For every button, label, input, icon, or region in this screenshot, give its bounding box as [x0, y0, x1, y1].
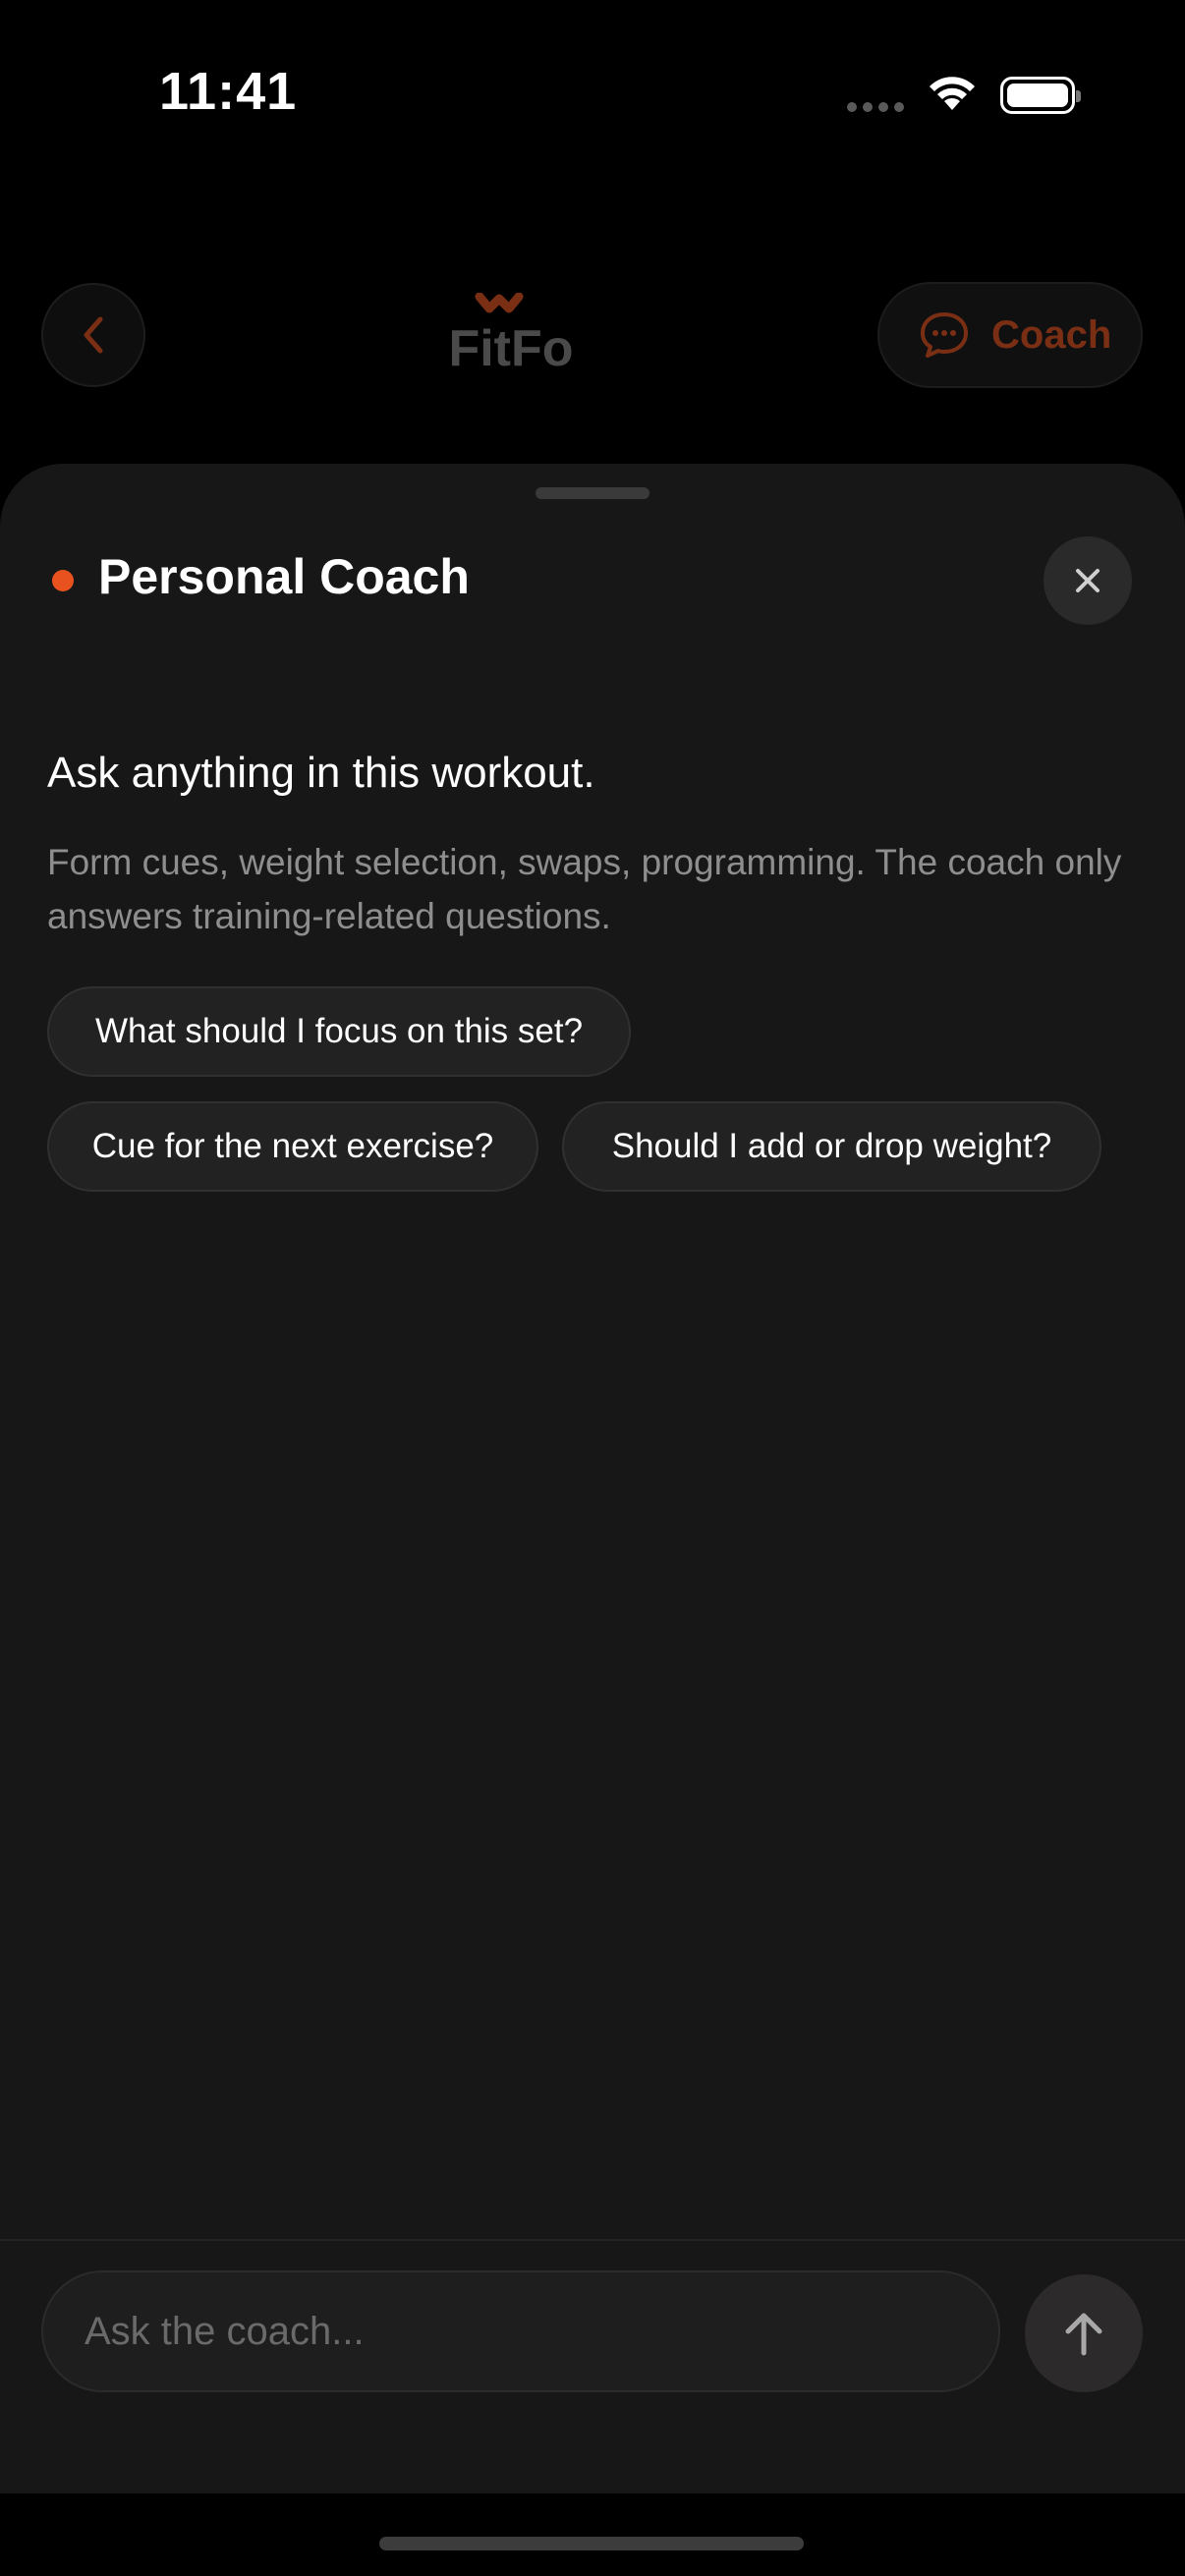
wifi-icon	[930, 77, 975, 110]
chevron-left-icon	[84, 316, 103, 354]
sheet-title: Personal Coach	[98, 549, 470, 604]
suggestion-chip[interactable]: What should I focus on this set?	[47, 986, 631, 1077]
close-button[interactable]	[1044, 536, 1132, 625]
intro-text: Form cues, weight selection, swaps, prog…	[47, 842, 1122, 936]
sheet-grabber[interactable]	[536, 487, 649, 499]
svg-text:FitFo: FitFo	[448, 320, 573, 375]
composer-divider	[0, 2239, 1185, 2241]
intro-heading: Ask anything in this workout.	[47, 749, 595, 797]
suggestion-chip[interactable]: Cue for the next exercise?	[47, 1101, 538, 1192]
home-indicator	[379, 2537, 804, 2550]
coach-button-label: Coach	[991, 312, 1112, 357]
coach-sheet: Personal Coach Ask anything in this work…	[0, 464, 1185, 2493]
send-button[interactable]	[1025, 2274, 1143, 2392]
back-button[interactable]	[41, 283, 145, 387]
ask-coach-input[interactable]	[41, 2270, 1000, 2392]
status-time: 11:41	[159, 62, 298, 121]
suggestion-chip[interactable]: Should I add or drop weight?	[562, 1101, 1101, 1192]
status-bar: 11:41	[0, 0, 1185, 196]
fitfo-logo: FitFo	[448, 293, 574, 375]
chat-bubble-icon	[921, 312, 968, 358]
battery-icon	[1000, 77, 1081, 114]
status-dot	[52, 570, 74, 591]
arrow-up-icon	[1065, 2313, 1102, 2356]
close-icon	[1076, 569, 1100, 592]
cellular-signal-icon	[847, 102, 904, 112]
coach-button[interactable]: Coach	[877, 282, 1143, 388]
